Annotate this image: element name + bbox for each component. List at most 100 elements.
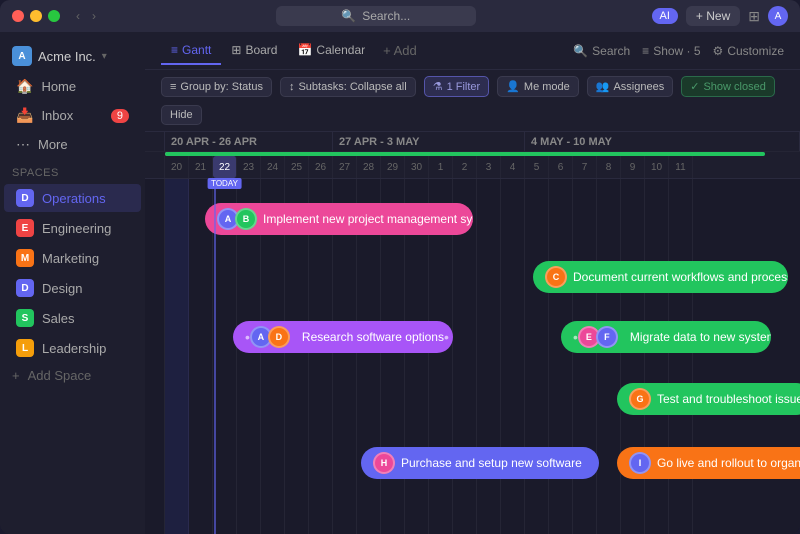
me-mode-btn[interactable]: 👤 Me mode [497,76,579,97]
filter-btn[interactable]: ⚗ 1 Filter [424,76,490,97]
show-btn[interactable]: ≡ Show · 5 [642,44,700,58]
bar-test[interactable]: G Test and troubleshoot issues [617,383,800,415]
day-6: 6 [549,156,573,178]
workspace-name: Acme Inc. [38,49,96,64]
assignees-label: Assignees [613,81,664,93]
maximize-button[interactable] [48,10,60,22]
show-closed-label: Show closed [703,81,765,93]
avatar: H [373,452,395,474]
sales-icon: S [16,309,34,327]
tab-calendar[interactable]: 📅 Calendar [287,37,375,65]
subtasks-icon: ↕ [289,81,295,93]
sidebar-item-marketing[interactable]: M Marketing [4,244,141,272]
dot-left-migrate: • [573,329,578,345]
hide-btn[interactable]: Hide [161,105,202,125]
search-btn[interactable]: 🔍 Search [573,44,630,58]
me-icon: 👤 [506,80,520,93]
new-button[interactable]: + New [686,6,740,26]
ai-badge[interactable]: AI [652,8,678,24]
tab-gantt[interactable]: ≡ Gantt [161,37,221,65]
bar-document[interactable]: C Document current workflows and process… [533,261,788,293]
bar-document-label: Document current workflows and processes [573,270,788,284]
back-button[interactable]: ‹ [72,7,84,25]
nav-label-home: Home [41,79,76,94]
traffic-lights [12,10,60,22]
add-view-button[interactable]: + Add [375,43,425,58]
bar-purchase[interactable]: H Purchase and setup new software [361,447,599,479]
day-1: 1 [429,156,453,178]
day-25: 25 [285,156,309,178]
tab-board[interactable]: ⊞ Board [221,37,287,65]
grid-icon[interactable]: ⊞ [748,8,760,25]
avatar: B [235,208,257,230]
avatar: C [545,266,567,288]
search-bar[interactable]: 🔍 Search... [276,6,476,26]
gantt-chart: 20 APR - 26 APR 27 APR - 3 MAY 4 MAY - 1… [145,132,800,534]
titlebar-right: AI + New ⊞ A [652,6,789,26]
avatar: F [596,326,618,348]
day-8: 8 [597,156,621,178]
plus-icon: + [12,368,20,383]
date-headers: 20 APR - 26 APR 27 APR - 3 MAY 4 MAY - 1… [145,132,800,179]
customize-btn[interactable]: ⚙ Customize [713,44,784,58]
bar-implement[interactable]: A B Implement new project management sys… [205,203,473,235]
workspace-selector[interactable]: A Acme Inc. ▾ [0,40,145,72]
show-icon: ≡ [642,44,649,58]
group-by-btn[interactable]: ≡ Group by: Status [161,77,272,97]
bar-golive-label: Go live and rollout to organization [657,456,800,470]
gantt-rows: A B Implement new project management sys… [145,179,800,534]
spaces-header: Spaces [0,159,145,183]
workspace-icon: A [12,46,32,66]
group-by-label: Group by: Status [180,81,263,93]
today-line [214,179,216,534]
view-tabs: ≡ Gantt ⊞ Board 📅 Calendar + Add 🔍 Searc… [145,32,800,70]
sales-label: Sales [42,311,75,326]
sidebar-item-inbox[interactable]: 📥 Inbox 9 [4,102,141,129]
check-icon: ✓ [690,80,699,93]
leadership-label: Leadership [42,341,106,356]
user-avatar[interactable]: A [768,6,788,26]
bar-golive[interactable]: I Go live and rollout to organization [617,447,800,479]
filter-icon: ⚗ [433,80,443,93]
operations-label: Operations [42,191,106,206]
day-23: 23 [237,156,261,178]
bar-test-avatars: G [629,388,651,410]
forward-button[interactable]: › [88,7,100,25]
main-layout: A Acme Inc. ▾ 🏠 Home 📥 Inbox 9 ⋯ More Sp… [0,32,800,534]
bar-migrate[interactable]: • E F Migrate data to new system • [561,321,771,353]
sidebar-item-home[interactable]: 🏠 Home [4,73,141,100]
avatar: I [629,452,651,474]
sidebar-item-design[interactable]: D Design [4,274,141,302]
bar-research[interactable]: • A D Research software options • [233,321,453,353]
day-24: 24 [261,156,285,178]
day-22-today: 22 TODAY [213,156,237,178]
sidebar: A Acme Inc. ▾ 🏠 Home 📥 Inbox 9 ⋯ More Sp… [0,32,145,534]
day-3: 3 [477,156,501,178]
tab-board-label: Board [245,43,277,57]
sidebar-item-sales[interactable]: S Sales [4,304,141,332]
subtasks-label: Subtasks: Collapse all [298,81,406,93]
day-5: 5 [525,156,549,178]
filter-label: 1 Filter [447,81,481,93]
sidebar-item-leadership[interactable]: L Leadership [4,334,141,362]
avatar: D [268,326,290,348]
show-closed-btn[interactable]: ✓ Show closed [681,76,775,97]
sidebar-item-engineering[interactable]: E Engineering [4,214,141,242]
customize-label: Customize [727,44,784,58]
close-button[interactable] [12,10,24,22]
design-label: Design [42,281,82,296]
day-20: 20 [165,156,189,178]
day-9: 9 [621,156,645,178]
sidebar-item-operations[interactable]: D Operations [4,184,141,212]
subtasks-btn[interactable]: ↕ Subtasks: Collapse all [280,77,416,97]
nav-arrows: ‹ › [72,7,100,25]
sidebar-item-more[interactable]: ⋯ More [4,131,141,158]
day-4: 4 [501,156,525,178]
minimize-button[interactable] [30,10,42,22]
engineering-label: Engineering [42,221,111,236]
add-space-button[interactable]: + Add Space [0,363,145,388]
marketing-icon: M [16,249,34,267]
calendar-icon: 📅 [297,43,312,57]
assignees-btn[interactable]: 👥 Assignees [587,76,673,97]
inbox-icon: 📥 [16,107,33,124]
